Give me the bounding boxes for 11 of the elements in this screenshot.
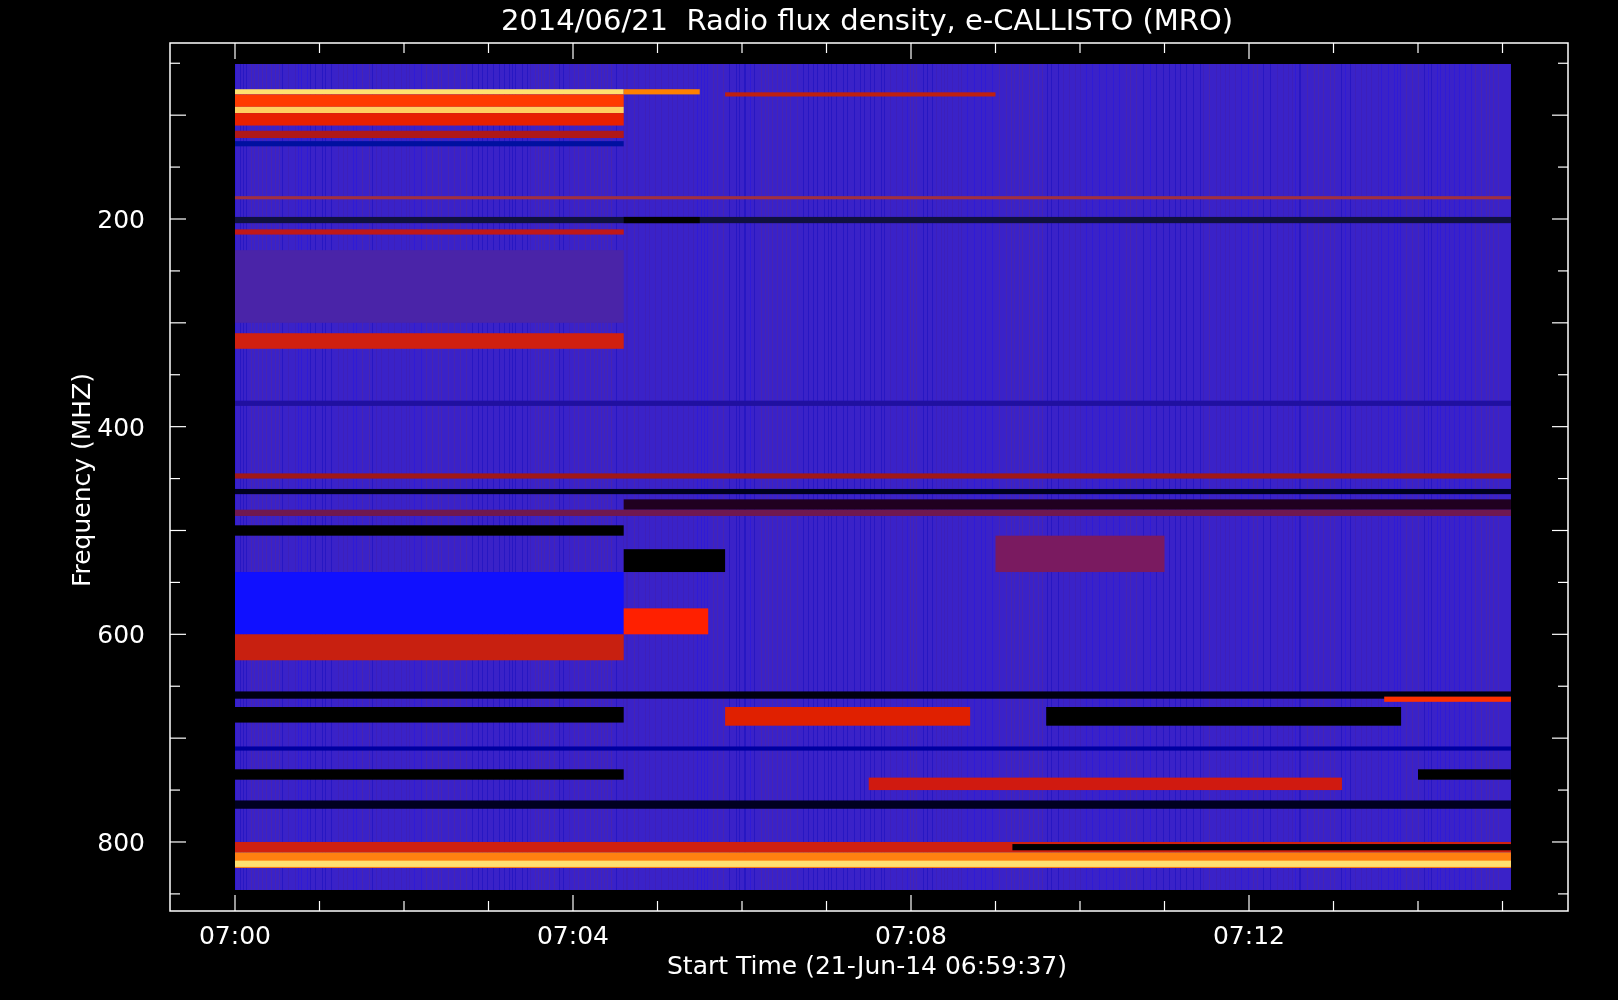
x-tick-label: 07:12 [1213, 921, 1285, 950]
x-tick-label: 07:08 [875, 921, 947, 950]
y-tick-label: 200 [97, 205, 145, 234]
x-tick-label: 07:00 [199, 921, 271, 950]
x-axis-label: Start Time (21-Jun-14 06:59:37) [667, 951, 1067, 980]
chart-title: 2014/06/21 Radio flux density, e-CALLISTO (MRO) [500, 3, 1234, 37]
x-tick-label: 07:04 [537, 921, 609, 950]
y-tick-label: 800 [97, 828, 145, 857]
y-axis-label: Frequency (MHZ) [67, 372, 96, 588]
y-tick-label: 600 [97, 620, 145, 650]
y-tick-label: 400 [97, 412, 145, 442]
